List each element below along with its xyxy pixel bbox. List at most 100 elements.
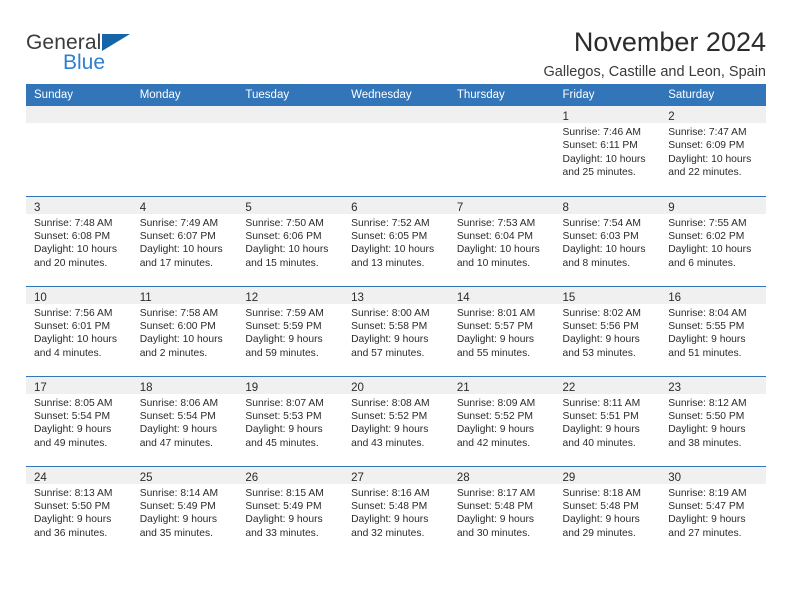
sunset-time: Sunset: 5:59 PM <box>245 320 322 332</box>
sunset-time: Sunset: 5:49 PM <box>139 500 216 512</box>
day-number: 11 <box>139 291 152 304</box>
calendar-day-cell[interactable]: 8 Sunrise: 7:54 AM Sunset: 6:03 PM Daylight… <box>554 195 661 286</box>
daylight-duration-line2: and 32 minutes. <box>351 527 425 539</box>
daylight-duration-line2: and 33 minutes. <box>245 527 319 539</box>
calendar-day-cell[interactable]: 30 Sunrise: 8:19 AM Sunset: 5:47 PM Dayligh… <box>660 465 766 556</box>
calendar-page: General Blue November 2024 Gallegos, Cas… <box>0 0 792 612</box>
daylight-duration-line2: and 22 minutes. <box>668 167 742 179</box>
calendar-day-cell[interactable]: 17 Sunrise: 8:05 AM Sunset: 5:54 PM Dayligh… <box>26 375 132 466</box>
day-details: Sunrise: 7:58 AM Sunset: 6:00 PM Daylight:… <box>132 304 238 361</box>
calendar-day-cell[interactable]: 20 Sunrise: 8:08 AM Sunset: 5:52 PM Dayligh… <box>343 375 449 466</box>
daylight-duration-line2: and 45 minutes. <box>245 437 319 449</box>
day-number: 22 <box>562 381 576 394</box>
daylight-duration-line1: Daylight: 9 hours <box>668 334 746 346</box>
calendar-day-cell-empty <box>131 106 238 196</box>
calendar-day-cell[interactable]: 22 Sunrise: 8:11 AM Sunset: 5:51 PM Dayligh… <box>554 375 661 466</box>
daylight-duration-line2: and 6 minutes. <box>668 257 736 269</box>
calendar-day-cell[interactable]: 26 Sunrise: 8:15 AM Sunset: 5:49 PM Dayligh… <box>237 465 344 556</box>
day-details: Sunrise: 8:18 AM Sunset: 5:48 PM Daylight:… <box>555 484 661 541</box>
weekday-header-monday: Monday <box>131 84 238 106</box>
calendar-day-cell[interactable]: 1 Sunrise: 7:46 AM Sunset: 6:11 PM Daylight… <box>554 106 661 196</box>
day-number-band: 10 <box>26 286 132 304</box>
day-details: Sunrise: 8:13 AM Sunset: 5:50 PM Daylight:… <box>26 484 132 541</box>
calendar-day-cell[interactable]: 25 Sunrise: 8:14 AM Sunset: 5:49 PM Dayligh… <box>131 465 238 556</box>
sunset-time: Sunset: 5:54 PM <box>139 410 216 422</box>
calendar-day-cell[interactable]: 2 Sunrise: 7:47 AM Sunset: 6:09 PM Daylight… <box>660 106 766 196</box>
calendar-day-cell[interactable]: 19 Sunrise: 8:07 AM Sunset: 5:53 PM Dayligh… <box>237 375 344 466</box>
daylight-duration-line2: and 30 minutes. <box>456 527 531 539</box>
day-number-band: 25 <box>131 466 238 484</box>
sunrise-time: Sunrise: 7:58 AM <box>139 307 219 319</box>
day-number: 21 <box>456 381 470 394</box>
day-number-band: 7 <box>448 196 555 214</box>
daylight-duration-line1: Daylight: 9 hours <box>139 514 217 526</box>
empty-day-band <box>343 106 449 123</box>
sunrise-time: Sunrise: 8:18 AM <box>562 487 641 499</box>
sunrise-time: Sunrise: 8:06 AM <box>139 397 219 409</box>
calendar-day-cell-empty <box>448 106 555 196</box>
day-details: Sunrise: 8:19 AM Sunset: 5:47 PM Daylight:… <box>660 484 766 541</box>
calendar-day-cell[interactable]: 6 Sunrise: 7:52 AM Sunset: 6:05 PM Daylight… <box>343 195 449 286</box>
calendar-day-cell[interactable]: 13 Sunrise: 8:00 AM Sunset: 5:58 PM Dayligh… <box>343 285 449 376</box>
sunrise-time: Sunrise: 8:09 AM <box>456 397 536 409</box>
daylight-duration-line2: and 2 minutes. <box>139 347 208 359</box>
sunrise-time: Sunrise: 7:52 AM <box>351 217 430 229</box>
calendar-day-cell[interactable]: 16 Sunrise: 8:04 AM Sunset: 5:55 PM Dayligh… <box>660 285 766 376</box>
day-number: 17 <box>34 381 47 394</box>
daylight-duration-line1: Daylight: 9 hours <box>351 514 429 526</box>
calendar-day-cell[interactable]: 29 Sunrise: 8:18 AM Sunset: 5:48 PM Dayligh… <box>554 465 661 556</box>
daylight-duration-line1: Daylight: 10 hours <box>245 244 329 256</box>
sunset-time: Sunset: 6:03 PM <box>562 230 639 242</box>
calendar-day-cell[interactable]: 15 Sunrise: 8:02 AM Sunset: 5:56 PM Dayligh… <box>554 285 661 376</box>
day-details: Sunrise: 8:05 AM Sunset: 5:54 PM Daylight:… <box>26 394 132 451</box>
day-number-band: 29 <box>554 466 661 484</box>
calendar-day-cell[interactable]: 28 Sunrise: 8:17 AM Sunset: 5:48 PM Dayligh… <box>448 465 555 556</box>
daylight-duration-line2: and 4 minutes. <box>34 347 102 359</box>
sunset-time: Sunset: 6:04 PM <box>456 230 533 242</box>
calendar-day-cell[interactable]: 14 Sunrise: 8:01 AM Sunset: 5:57 PM Dayligh… <box>448 285 555 376</box>
day-details: Sunrise: 7:47 AM Sunset: 6:09 PM Daylight:… <box>660 123 766 180</box>
daylight-duration-line2: and 10 minutes. <box>456 257 531 269</box>
day-number: 30 <box>668 471 682 484</box>
weekday-header-friday: Friday <box>554 84 661 106</box>
calendar-day-cell[interactable]: 5 Sunrise: 7:50 AM Sunset: 6:06 PM Daylight… <box>237 195 344 286</box>
day-number-band: 3 <box>26 196 132 214</box>
daylight-duration-line2: and 25 minutes. <box>562 167 636 179</box>
sunset-time: Sunset: 6:11 PM <box>562 140 638 152</box>
daylight-duration-line1: Daylight: 9 hours <box>245 514 323 526</box>
calendar-day-cell[interactable]: 11 Sunrise: 7:58 AM Sunset: 6:00 PM Dayligh… <box>131 285 238 376</box>
sunrise-time: Sunrise: 8:12 AM <box>668 397 747 409</box>
day-number-band: 24 <box>26 466 132 484</box>
calendar-day-cell[interactable]: 3 Sunrise: 7:48 AM Sunset: 6:08 PM Daylight… <box>26 195 132 286</box>
sunset-time: Sunset: 5:51 PM <box>562 410 639 422</box>
daylight-duration-line2: and 55 minutes. <box>456 347 531 359</box>
sunset-time: Sunset: 5:55 PM <box>668 320 745 332</box>
daylight-duration-line2: and 43 minutes. <box>351 437 425 449</box>
day-number: 20 <box>351 381 364 394</box>
day-number: 15 <box>562 291 576 304</box>
daylight-duration-line2: and 38 minutes. <box>668 437 742 449</box>
calendar-day-cell[interactable]: 12 Sunrise: 7:59 AM Sunset: 5:59 PM Dayligh… <box>237 285 344 376</box>
page-title: November 2024 <box>573 27 766 57</box>
sunset-time: Sunset: 6:07 PM <box>139 230 216 242</box>
calendar-day-cell[interactable]: 27 Sunrise: 8:16 AM Sunset: 5:48 PM Dayligh… <box>343 465 449 556</box>
day-number: 6 <box>351 201 358 214</box>
calendar-day-cell[interactable]: 10 Sunrise: 7:56 AM Sunset: 6:01 PM Dayligh… <box>26 285 132 376</box>
calendar-day-cell[interactable]: 9 Sunrise: 7:55 AM Sunset: 6:02 PM Daylight… <box>660 195 766 286</box>
weekday-header-wednesday: Wednesday <box>343 84 449 106</box>
calendar-week-row: 17 Sunrise: 8:05 AM Sunset: 5:54 PM Dayligh… <box>26 375 766 466</box>
calendar-day-cell[interactable]: 21 Sunrise: 8:09 AM Sunset: 5:52 PM Dayligh… <box>448 375 555 466</box>
sunrise-time: Sunrise: 8:15 AM <box>245 487 324 499</box>
day-details: Sunrise: 8:12 AM Sunset: 5:50 PM Daylight:… <box>660 394 766 451</box>
sunset-time: Sunset: 6:05 PM <box>351 230 428 242</box>
calendar-day-cell[interactable]: 24 Sunrise: 8:13 AM Sunset: 5:50 PM Dayligh… <box>26 465 132 556</box>
sunset-time: Sunset: 6:08 PM <box>34 230 111 242</box>
daylight-duration-line2: and 40 minutes. <box>562 437 636 449</box>
calendar-day-cell[interactable]: 18 Sunrise: 8:06 AM Sunset: 5:54 PM Dayligh… <box>131 375 238 466</box>
general-blue-logo[interactable]: General Blue <box>26 28 146 76</box>
day-details: Sunrise: 8:08 AM Sunset: 5:52 PM Daylight:… <box>343 394 449 451</box>
day-details: Sunrise: 8:16 AM Sunset: 5:48 PM Daylight:… <box>343 484 449 541</box>
calendar-day-cell[interactable]: 4 Sunrise: 7:49 AM Sunset: 6:07 PM Daylight… <box>131 195 238 286</box>
calendar-day-cell[interactable]: 7 Sunrise: 7:53 AM Sunset: 6:04 PM Daylight… <box>448 195 555 286</box>
calendar-day-cell[interactable]: 23 Sunrise: 8:12 AM Sunset: 5:50 PM Dayligh… <box>660 375 766 466</box>
